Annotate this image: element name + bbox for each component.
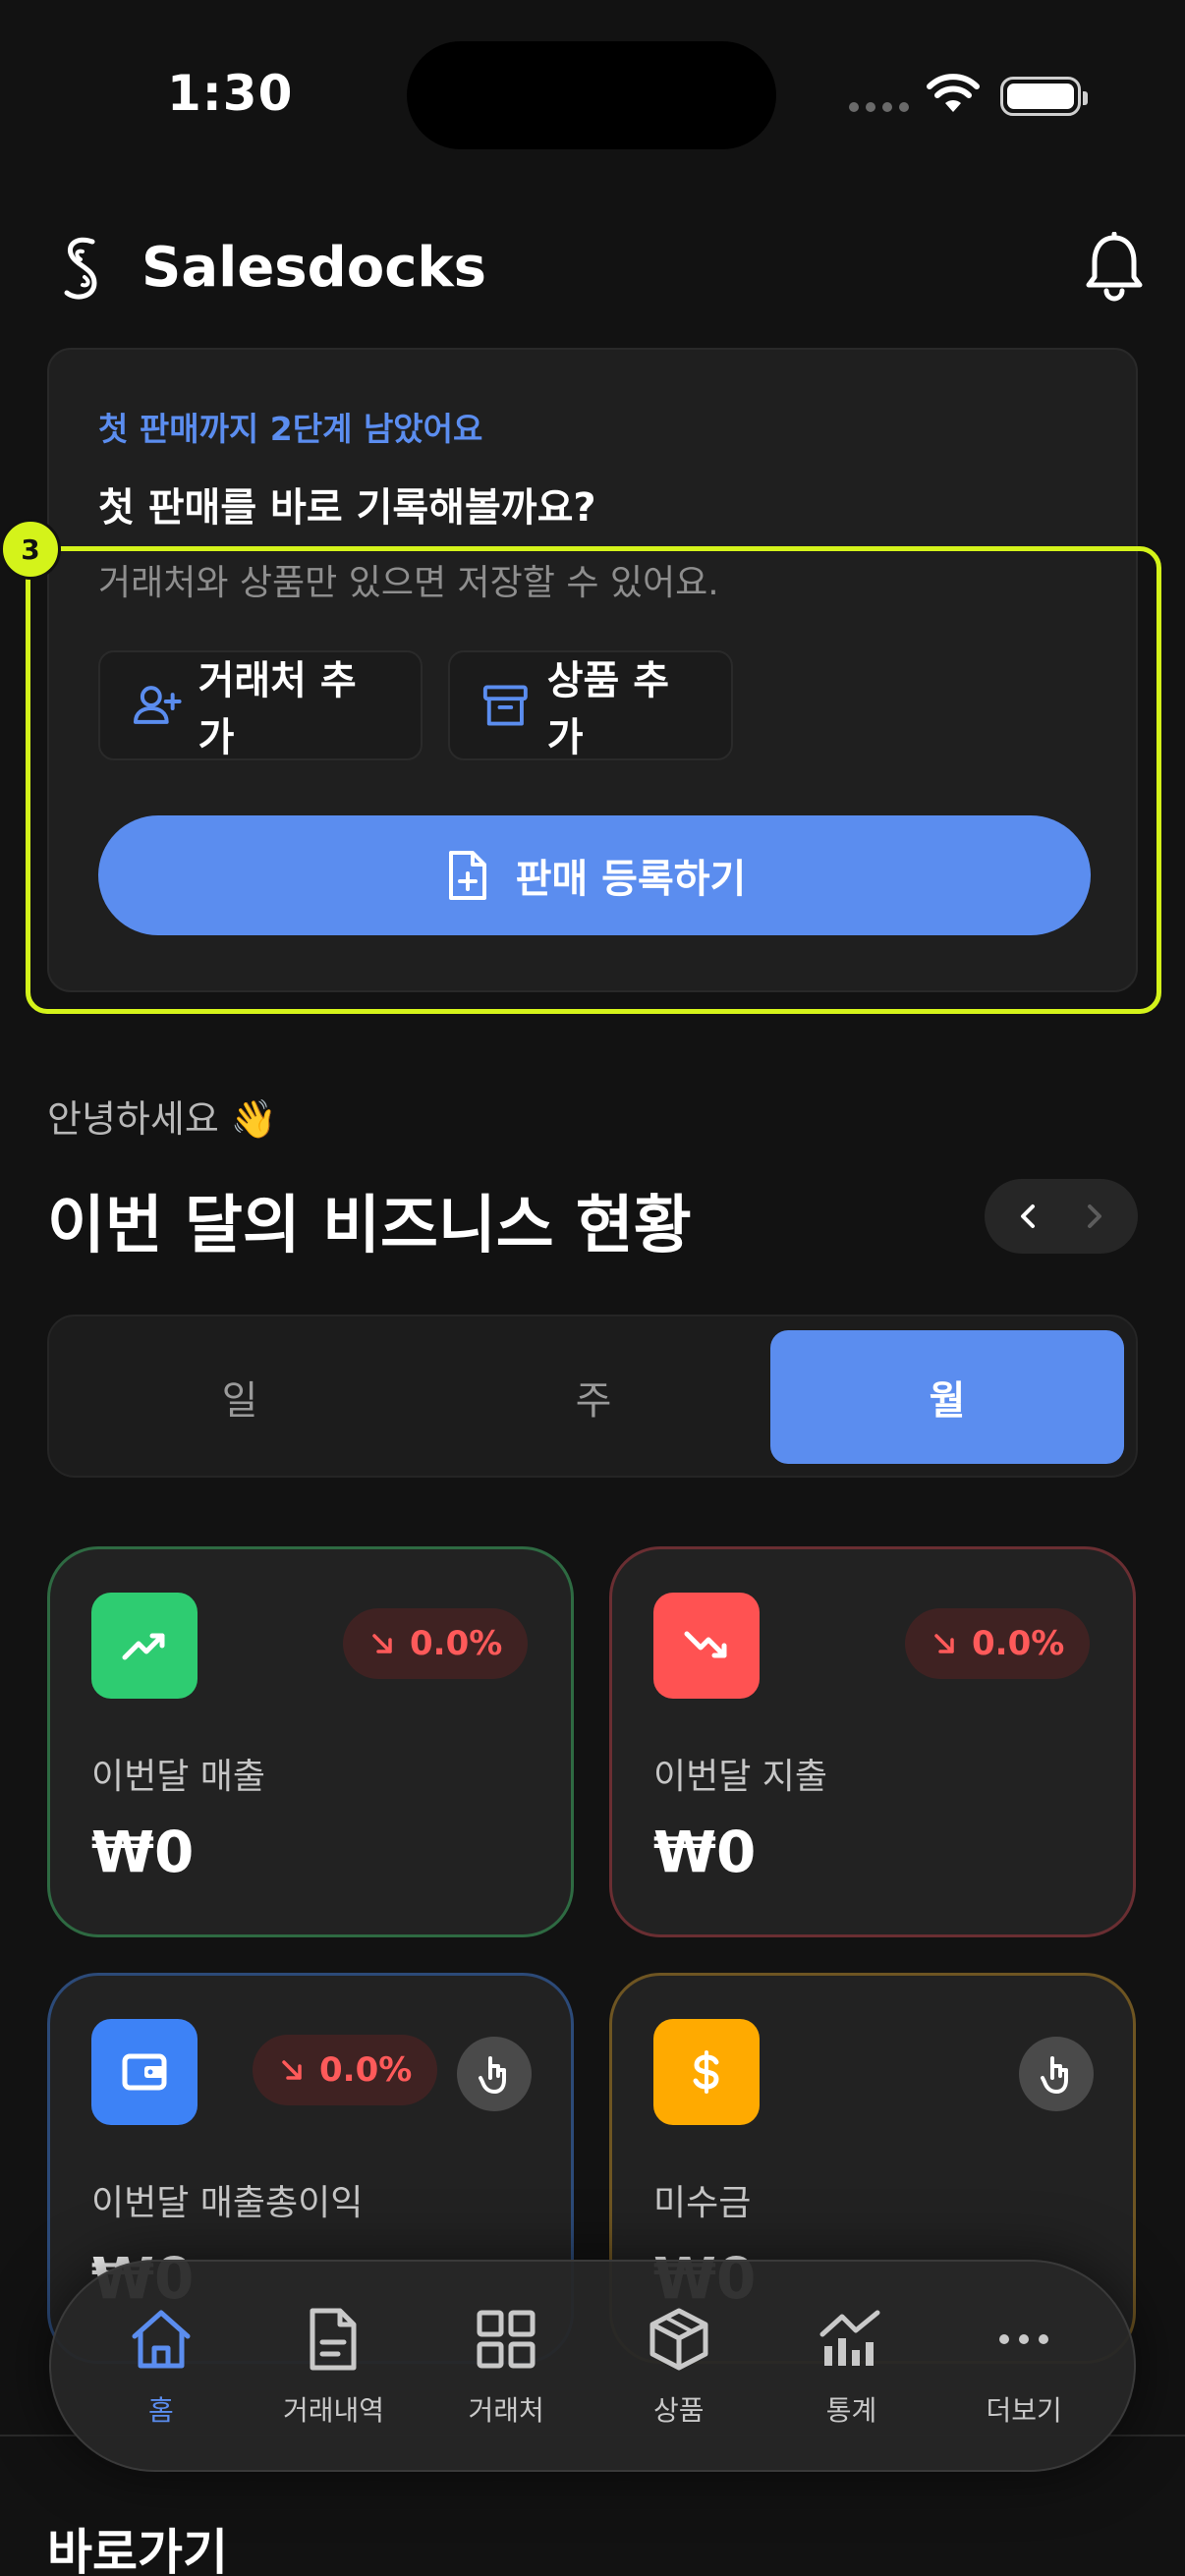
wallet-icon — [91, 2019, 198, 2125]
chevron-right-icon[interactable] — [1076, 1199, 1111, 1234]
tab-home-label: 홈 — [147, 2394, 174, 2427]
home-icon — [132, 2310, 191, 2369]
tab-products[interactable]: 상품 — [595, 2303, 762, 2429]
gross-profit-label: 이번달 매출총이익 — [91, 2183, 364, 2223]
wifi-icon — [927, 74, 980, 112]
tab-day[interactable]: 일 — [63, 1330, 417, 1464]
cube-icon — [649, 2308, 708, 2371]
gross-profit-delta-value: 0.0% — [319, 2050, 413, 2090]
revenue-delta-value: 0.0% — [410, 1624, 503, 1663]
grid-icon — [477, 2310, 536, 2369]
tab-month[interactable]: 월 — [770, 1330, 1124, 1464]
onboarding-title: 첫 판매를 바로 기록해볼까요? — [98, 485, 596, 531]
tab-transactions[interactable]: 거래내역 — [250, 2303, 417, 2429]
app-header: Salesdocks — [0, 216, 1185, 324]
monthly-revenue-card[interactable]: 0.0% 이번달 매출 ₩0 — [47, 1546, 574, 1937]
onboarding-step-text: 첫 판매까지 2단계 남았어요 — [98, 410, 483, 448]
tab-statistics[interactable]: 통계 — [767, 2303, 934, 2429]
annotation-highlight-box — [26, 546, 1161, 1014]
revenue-label: 이번달 매출 — [91, 1757, 266, 1797]
tab-clients-label: 거래처 — [468, 2394, 544, 2427]
revenue-delta-badge: 0.0% — [343, 1608, 529, 1679]
expense-delta-badge: 0.0% — [905, 1608, 1091, 1679]
bottom-tab-bar: 홈 거래내역 거래처 상품 통계 더보기 — [49, 2260, 1136, 2472]
section-title: 이번 달의 비즈니스 현황 — [47, 1190, 692, 1262]
annotation-badge: 3 — [0, 519, 61, 580]
battery-icon — [1000, 77, 1088, 116]
dollar-icon — [653, 2019, 760, 2125]
expense-delta-value: 0.0% — [972, 1624, 1065, 1663]
tab-more-label: 더보기 — [986, 2394, 1062, 2427]
monthly-expense-card[interactable]: 0.0% 이번달 지출 ₩0 — [609, 1546, 1136, 1937]
tap-hand-icon[interactable] — [457, 2037, 532, 2111]
status-bar: 1:30 — [0, 0, 1185, 177]
gross-profit-delta-badge: 0.0% — [253, 2035, 438, 2105]
tab-home[interactable]: 홈 — [78, 2303, 245, 2429]
greeting-text: 안녕하세요 👋 — [47, 1097, 278, 1141]
document-icon — [310, 2308, 357, 2371]
period-segmented-control: 일 주 월 — [47, 1315, 1138, 1478]
status-time: 1:30 — [167, 65, 294, 122]
arrow-down-right-icon — [282, 2060, 302, 2080]
tab-transactions-label: 거래내역 — [282, 2394, 384, 2427]
salesdocks-logo-icon — [64, 237, 97, 300]
expense-value: ₩0 — [653, 1819, 757, 1885]
expense-label: 이번달 지출 — [653, 1757, 828, 1797]
notification-bell-icon[interactable] — [1083, 232, 1146, 303]
shortcuts-section-title: 바로가기 — [47, 2524, 228, 2576]
app-title: Salesdocks — [141, 236, 486, 300]
tap-hand-icon[interactable] — [1019, 2037, 1094, 2111]
tab-products-label: 상품 — [653, 2394, 705, 2427]
arrow-down-right-icon — [934, 1634, 954, 1653]
cellular-signal-icon — [849, 102, 909, 112]
more-dots-icon — [999, 2334, 1049, 2344]
period-navigator — [985, 1179, 1138, 1254]
dynamic-island — [407, 41, 776, 149]
tab-statistics-label: 통계 — [825, 2394, 877, 2427]
chevron-left-icon[interactable] — [1011, 1199, 1046, 1234]
receivables-label: 미수금 — [653, 2183, 752, 2223]
arrow-down-right-icon — [372, 1634, 392, 1653]
tab-clients[interactable]: 거래처 — [423, 2303, 590, 2429]
bar-chart-icon — [819, 2310, 880, 2366]
revenue-value: ₩0 — [91, 1819, 195, 1885]
trending-up-icon — [91, 1593, 198, 1699]
trending-down-icon — [653, 1593, 760, 1699]
tab-more[interactable]: 더보기 — [940, 2303, 1107, 2429]
tab-week[interactable]: 주 — [417, 1330, 770, 1464]
